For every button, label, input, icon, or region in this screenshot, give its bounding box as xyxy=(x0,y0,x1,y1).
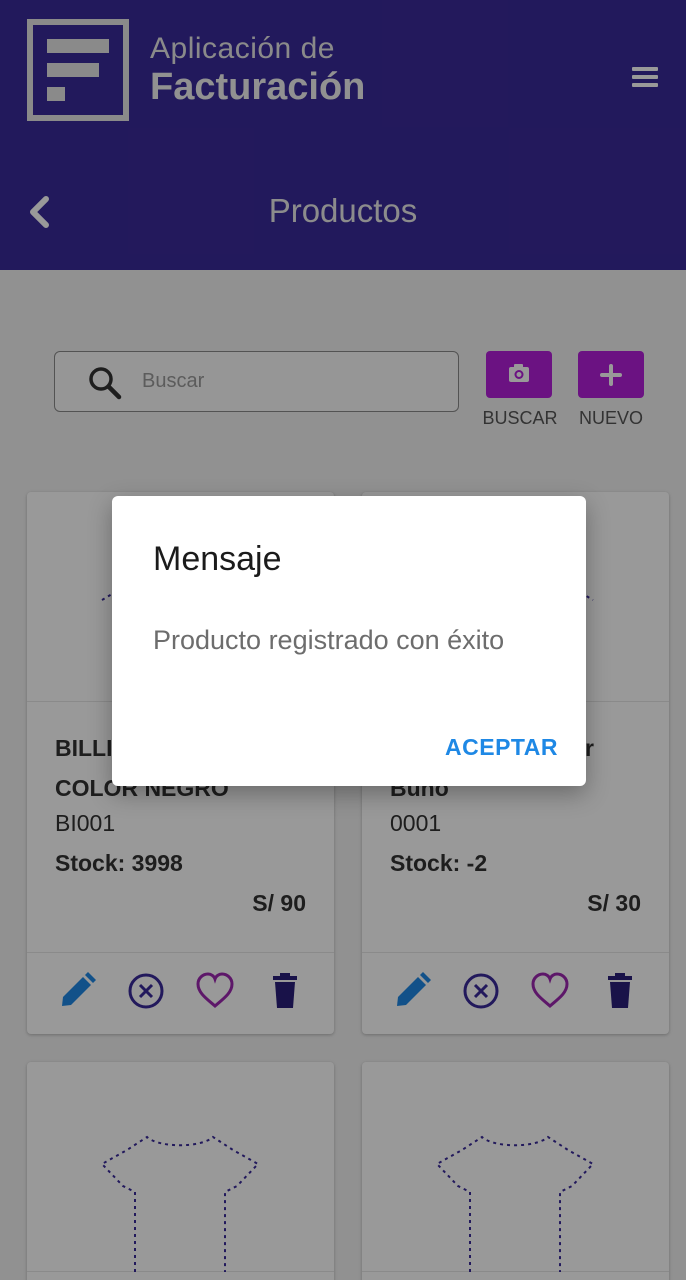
accept-button[interactable]: ACEPTAR xyxy=(445,734,558,761)
dialog-message: Producto registrado con éxito xyxy=(153,625,505,655)
message-dialog: Mensaje Producto registrado con éxito AC… xyxy=(112,496,586,786)
dialog-title: Mensaje xyxy=(153,540,282,578)
